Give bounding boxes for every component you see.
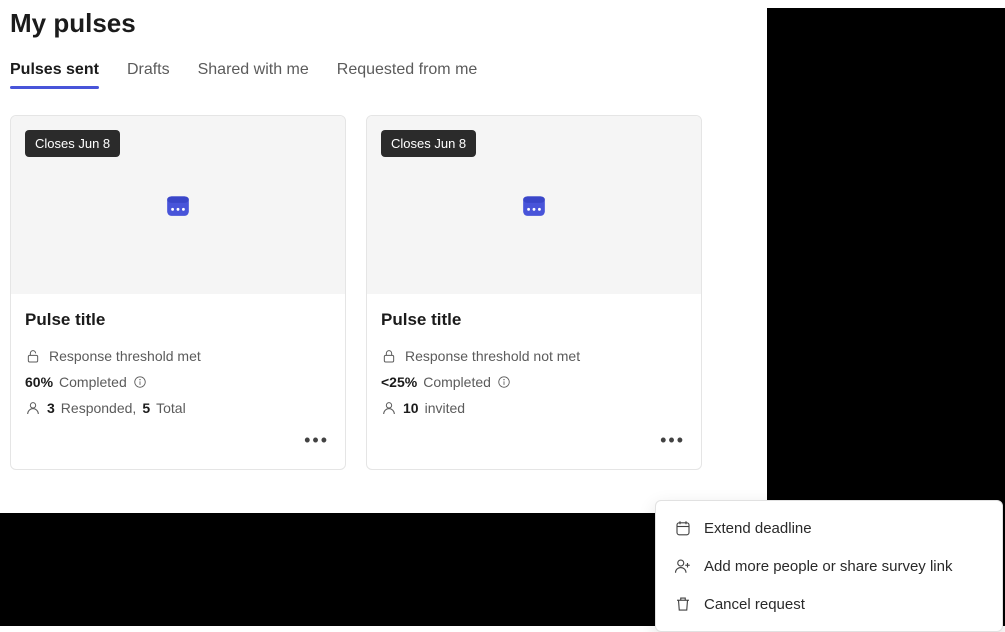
card-body: Pulse title Response threshold not met <…	[367, 294, 701, 426]
card-header: Closes Jun 8	[367, 116, 701, 294]
extend-icon	[674, 519, 692, 537]
threshold-label: Response threshold not met	[405, 348, 580, 364]
menu-cancel-request[interactable]: Cancel request	[656, 585, 1002, 623]
threshold-row: Response threshold not met	[381, 348, 687, 364]
calendar-icon	[521, 192, 547, 218]
completed-pct: <25%	[381, 374, 417, 390]
pulse-title: Pulse title	[25, 310, 331, 330]
responded-row: 3 Responded, 5 Total	[25, 400, 331, 416]
total-num: 5	[142, 400, 150, 416]
tabs-bar: Pulses sent Drafts Shared with me Reques…	[10, 57, 750, 89]
completed-label: Completed	[423, 374, 491, 390]
tab-shared-with-me[interactable]: Shared with me	[198, 57, 309, 89]
info-icon[interactable]	[497, 375, 511, 389]
people-icon	[674, 557, 692, 575]
invited-label: invited	[425, 400, 465, 416]
card-header: Closes Jun 8	[11, 116, 345, 294]
completed-pct: 60%	[25, 374, 53, 390]
menu-extend-deadline[interactable]: Extend deadline	[656, 509, 1002, 547]
pulse-card[interactable]: Closes Jun 8 Pulse title Response thre	[366, 115, 702, 470]
total-label: Total	[156, 400, 186, 416]
page-title: My pulses	[10, 8, 750, 39]
responded-num: 3	[47, 400, 55, 416]
menu-label: Extend deadline	[704, 520, 812, 537]
pulse-card[interactable]: Closes Jun 8 Pulse title Response thre	[10, 115, 346, 470]
crop-mask-right	[767, 8, 1005, 513]
menu-label: Add more people or share survey link	[704, 558, 952, 575]
threshold-row: Response threshold met	[25, 348, 331, 364]
lock-icon	[381, 348, 397, 364]
invited-row: 10 invited	[381, 400, 687, 416]
menu-label: Cancel request	[704, 596, 805, 613]
closes-badge: Closes Jun 8	[381, 130, 476, 157]
person-icon	[25, 400, 41, 416]
calendar-icon	[165, 192, 191, 218]
completed-row: 60% Completed	[25, 374, 331, 390]
cards-container: Closes Jun 8 Pulse title Response thre	[10, 115, 750, 470]
unlock-icon	[25, 348, 41, 364]
card-footer: •••	[11, 426, 345, 469]
person-icon	[381, 400, 397, 416]
tab-drafts[interactable]: Drafts	[127, 57, 170, 89]
tab-requested-from-me[interactable]: Requested from me	[337, 57, 478, 89]
card-body: Pulse title Response threshold met 60% C…	[11, 294, 345, 426]
invited-num: 10	[403, 400, 419, 416]
card-footer: •••	[367, 426, 701, 469]
trash-icon	[674, 595, 692, 613]
closes-badge: Closes Jun 8	[25, 130, 120, 157]
tab-pulses-sent[interactable]: Pulses sent	[10, 57, 99, 89]
menu-add-people[interactable]: Add more people or share survey link	[656, 547, 1002, 585]
pulse-title: Pulse title	[381, 310, 687, 330]
more-options-button[interactable]: •••	[658, 426, 687, 455]
more-options-button[interactable]: •••	[302, 426, 331, 455]
completed-row: <25% Completed	[381, 374, 687, 390]
threshold-label: Response threshold met	[49, 348, 201, 364]
responded-label: Responded,	[61, 400, 137, 416]
completed-label: Completed	[59, 374, 127, 390]
context-menu: Extend deadline Add more people or share…	[655, 500, 1003, 632]
info-icon[interactable]	[133, 375, 147, 389]
